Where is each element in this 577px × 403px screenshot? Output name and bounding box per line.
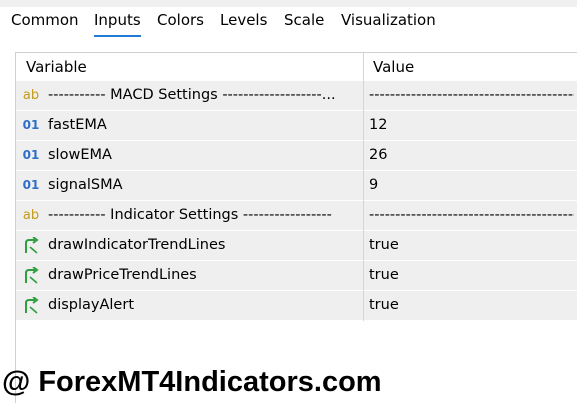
variable-value[interactable]: true xyxy=(369,291,574,320)
table-row[interactable]: 01 slowEMA 26 xyxy=(16,141,577,171)
table-row[interactable]: drawIndicatorTrendLines true xyxy=(16,231,577,261)
tab-visualization[interactable]: Visualization xyxy=(341,10,436,30)
boolean-arrow-icon xyxy=(20,291,42,320)
column-header-value[interactable]: Value xyxy=(373,53,414,81)
variable-value[interactable]: 9 xyxy=(369,171,574,200)
tab-bar: Common Inputs Colors Levels Scale Visual… xyxy=(0,7,577,39)
table-row[interactable]: drawPriceTrendLines true xyxy=(16,261,577,291)
integer-type-icon: 01 xyxy=(22,178,40,192)
inputs-table: Variable Value ab ----------- MACD Setti… xyxy=(15,52,577,325)
column-header-variable[interactable]: Variable xyxy=(26,53,87,81)
table-row[interactable]: ab ----------- MACD Settings -----------… xyxy=(16,81,577,111)
watermark-text: @ ForexMT4Indicators.com xyxy=(2,366,382,398)
variable-name: fastEMA xyxy=(48,117,107,133)
variable-value[interactable]: 26 xyxy=(369,141,574,170)
variable-value[interactable]: true xyxy=(369,231,574,260)
column-divider[interactable] xyxy=(363,53,364,321)
boolean-arrow-icon xyxy=(20,261,42,290)
table-row[interactable]: displayAlert true xyxy=(16,291,577,321)
variable-name: ----------- Indicator Settings ---------… xyxy=(48,207,332,223)
variable-value[interactable]: ----------------------------------------… xyxy=(369,201,574,230)
tab-levels[interactable]: Levels xyxy=(220,10,267,30)
variable-name: displayAlert xyxy=(48,297,135,313)
string-type-icon: ab xyxy=(22,208,40,223)
integer-type-icon: 01 xyxy=(22,148,40,162)
window-top-strip xyxy=(0,0,577,7)
tab-colors[interactable]: Colors xyxy=(157,10,204,30)
integer-type-icon: 01 xyxy=(22,118,40,132)
tab-common[interactable]: Common xyxy=(11,10,79,30)
boolean-arrow-icon xyxy=(20,231,42,260)
variable-value[interactable]: 12 xyxy=(369,111,574,140)
tab-inputs[interactable]: Inputs xyxy=(94,10,141,37)
table-row[interactable]: 01 fastEMA 12 xyxy=(16,111,577,141)
variable-name: drawIndicatorTrendLines xyxy=(48,237,226,253)
variable-name: slowEMA xyxy=(48,147,112,163)
string-type-icon: ab xyxy=(22,88,40,103)
variable-name: drawPriceTrendLines xyxy=(48,267,197,283)
table-row[interactable]: ab ----------- Indicator Settings ------… xyxy=(16,201,577,231)
variable-value[interactable]: true xyxy=(369,261,574,290)
tab-scale[interactable]: Scale xyxy=(284,10,324,30)
variable-name: ----------- MACD Settings --------------… xyxy=(48,87,336,103)
variable-name: signalSMA xyxy=(48,177,123,193)
variable-value[interactable]: ----------------------------------------… xyxy=(369,81,574,110)
table-header: Variable Value xyxy=(16,53,577,82)
table-row[interactable]: 01 signalSMA 9 xyxy=(16,171,577,201)
